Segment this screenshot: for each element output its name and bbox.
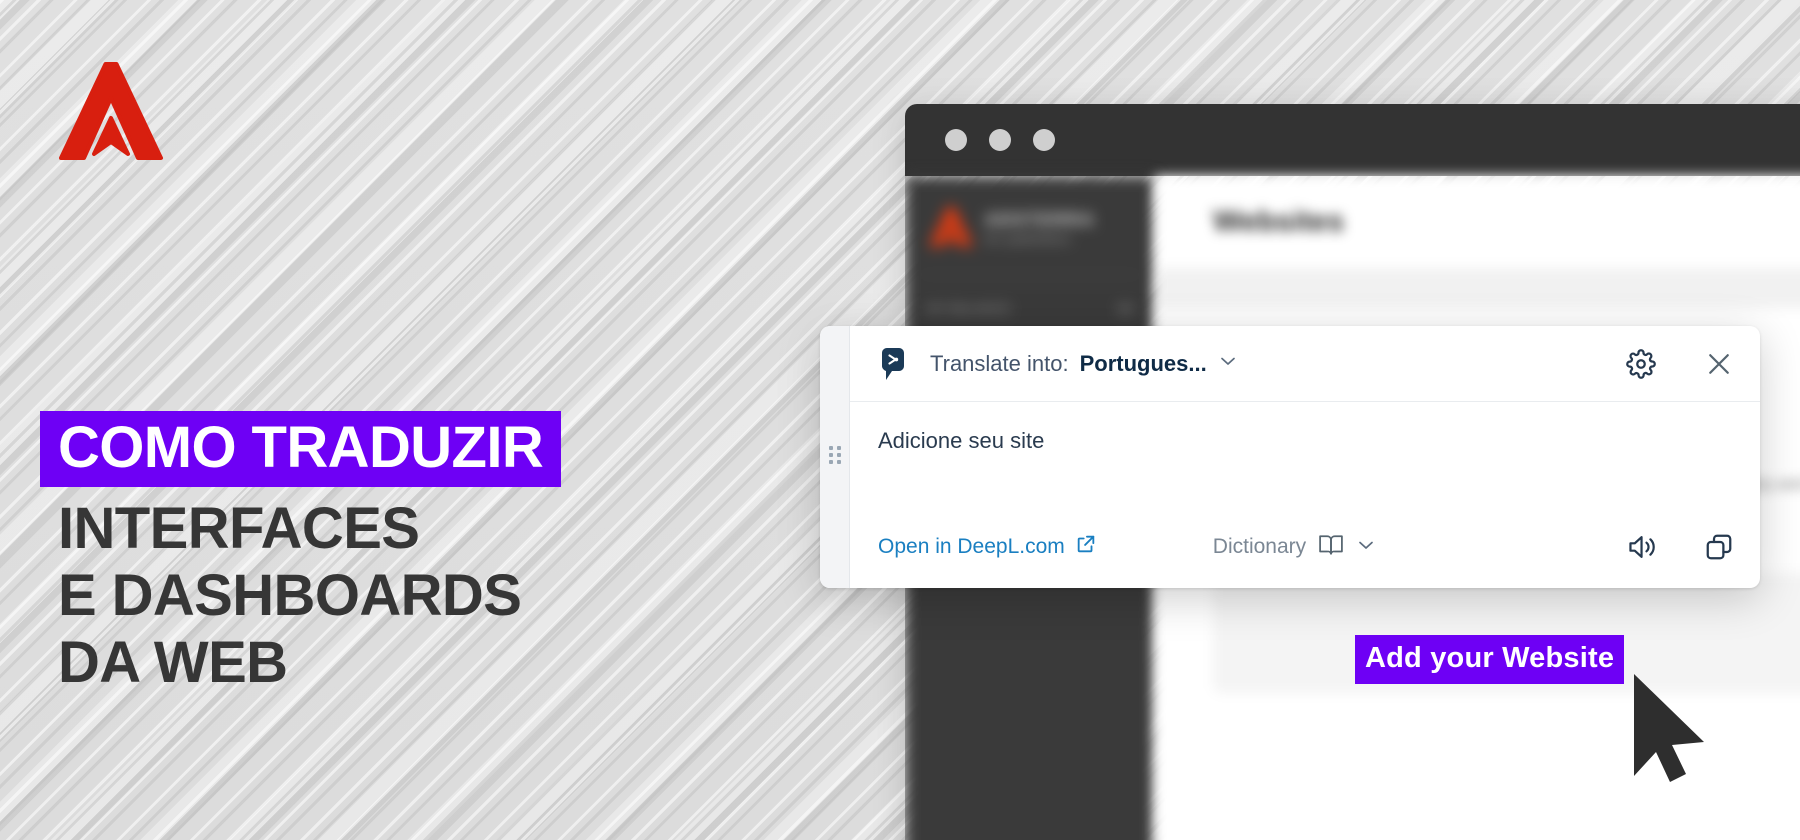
- external-link-icon: [1075, 533, 1097, 561]
- sidebar-balance: MY BALANCE $0: [905, 301, 1155, 316]
- popup-header-actions: [1626, 348, 1734, 379]
- translate-into-label: Translate into:: [930, 350, 1069, 376]
- dictionary-toggle[interactable]: Dictionary: [1213, 533, 1376, 562]
- deepl-translation-popup[interactable]: Translate into: Portugues... Adicione se…: [820, 326, 1760, 588]
- popup-footer: Open in DeepL.com Dictionary: [850, 532, 1760, 588]
- popup-header: Translate into: Portugues...: [850, 326, 1760, 402]
- window-minimize-dot[interactable]: [989, 129, 1011, 151]
- window-close-dot[interactable]: [945, 129, 967, 151]
- headline-line-highlighted: COMO TRADUZIR: [40, 411, 562, 487]
- headline-line-3: E DASHBOARDS: [58, 562, 522, 628]
- dashboard-subbar: [1155, 268, 1800, 308]
- adsterra-a-logo-icon: [58, 62, 164, 162]
- window-maximize-dot[interactable]: [1033, 129, 1055, 151]
- book-open-icon: [1317, 533, 1345, 562]
- headline-line-4: DA WEB: [58, 629, 288, 695]
- dictionary-label: Dictionary: [1212, 535, 1307, 558]
- adsterra-a-logo-icon: [929, 206, 973, 248]
- popup-drag-handle[interactable]: [820, 326, 850, 588]
- copy-icon[interactable]: [1704, 532, 1734, 562]
- selected-text-highlight[interactable]: Add your Website: [1355, 635, 1625, 684]
- page-title: Websites: [1213, 205, 1345, 238]
- open-in-deepl-label: Open in DeepL.com: [878, 535, 1065, 558]
- browser-titlebar: [905, 104, 1800, 176]
- balance-label: MY BALANCE: [927, 301, 1011, 316]
- target-language-selector[interactable]: Translate into: Portugues...: [930, 351, 1238, 377]
- chevron-down-icon: [1218, 351, 1238, 376]
- translated-text: Adicione seu site: [878, 428, 1045, 453]
- dashboard-brand-subtitle: for publishers: [985, 232, 1072, 246]
- target-language-value: Portugues...: [1079, 350, 1207, 376]
- chevron-down-icon: [1356, 535, 1376, 560]
- headline-line-2: INTERFACES: [58, 496, 420, 561]
- deepl-logo-icon: [878, 347, 908, 381]
- gear-icon[interactable]: [1626, 348, 1656, 379]
- mouse-pointer-icon: [1630, 672, 1716, 789]
- drag-handle-dots-icon: [828, 445, 841, 469]
- dashboard-logo[interactable]: ADSTERRA for publishers: [905, 176, 1155, 248]
- page-headline: COMO TRADUZIR INTERFACES E DASHBOARDS DA…: [40, 411, 758, 697]
- left-promo-panel: COMO TRADUZIR INTERFACES E DASHBOARDS DA…: [0, 0, 790, 840]
- popup-content: Translate into: Portugues... Adicione se…: [850, 326, 1760, 588]
- balance-value: $0: [1118, 301, 1133, 316]
- dashboard-brand-title: ADSTERRA: [985, 210, 1096, 229]
- translation-output-area[interactable]: Adicione seu site: [850, 402, 1760, 532]
- sidebar-divider: [921, 274, 1139, 275]
- open-in-deepl-link[interactable]: Open in DeepL.com: [878, 533, 1097, 561]
- popup-footer-actions: [1628, 532, 1734, 562]
- close-icon[interactable]: [1704, 349, 1734, 379]
- volume-speaker-icon[interactable]: [1628, 532, 1660, 562]
- dashboard-header: Websites: [1155, 176, 1800, 268]
